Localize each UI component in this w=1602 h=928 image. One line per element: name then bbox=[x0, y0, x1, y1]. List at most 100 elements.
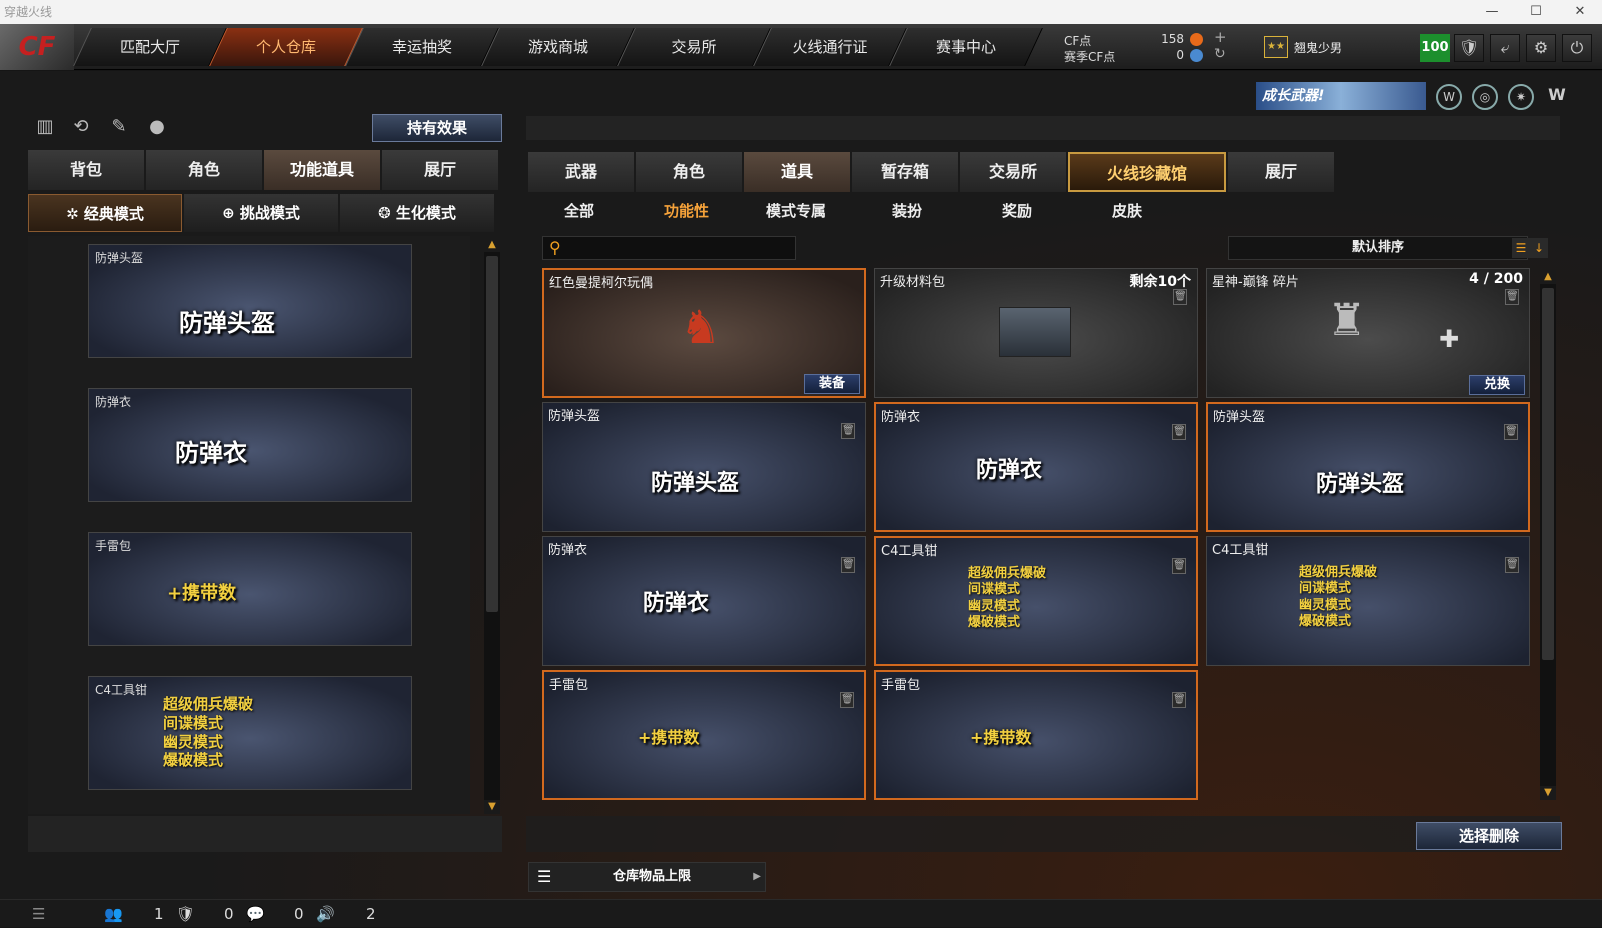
item-card[interactable]: C4工具钳 🗑 超级佣兵爆破 间谍模式 幽灵模式 爆破模式 bbox=[1206, 536, 1530, 666]
tab-backpack[interactable]: 背包 bbox=[28, 150, 144, 190]
menu-icon[interactable]: ☰ bbox=[32, 900, 45, 928]
trash-icon[interactable]: 🗑 bbox=[1172, 692, 1186, 708]
left-item-list: 防弹头盔 防弹头盔 防弹衣 防弹衣 手雷包 +携带数 C4工具钳 超级佣兵爆破间… bbox=[28, 236, 470, 814]
settings-icon[interactable]: ⚙ bbox=[1526, 34, 1556, 62]
subtab-mode-exclusive[interactable]: 模式专属 bbox=[766, 200, 826, 221]
return-icon[interactable]: ⤶ bbox=[1490, 34, 1520, 62]
subtab-all[interactable]: 全部 bbox=[564, 200, 594, 221]
nav-tab-warehouse[interactable]: 个人仓库 bbox=[209, 28, 363, 66]
list-item[interactable]: 手雷包 +携带数 bbox=[88, 532, 412, 646]
subtab-rewards[interactable]: 奖励 bbox=[1002, 200, 1032, 221]
cf-coin-icon bbox=[1190, 33, 1203, 46]
left-tabs: 背包 角色 功能道具 展厅 bbox=[28, 150, 498, 190]
trash-icon[interactable]: 🗑 bbox=[841, 557, 855, 573]
trash-icon[interactable]: 🗑 bbox=[1505, 557, 1519, 573]
voice-count: 2 bbox=[366, 905, 376, 923]
subtab-skins[interactable]: 皮肤 bbox=[1112, 200, 1142, 221]
item-card[interactable]: 星神-巅锋 碎片 4 / 200 🗑 ♜ ✚ 兑换 bbox=[1206, 268, 1530, 398]
tab-gallery[interactable]: 展厅 bbox=[1228, 152, 1334, 192]
exchange-button[interactable]: 兑换 bbox=[1469, 375, 1525, 395]
growth-weapon-banner[interactable]: 成长武器! bbox=[1256, 82, 1426, 110]
subtab-functional[interactable]: 功能性 bbox=[664, 200, 709, 221]
tab-collection[interactable]: 火线珍藏馆 bbox=[1068, 152, 1226, 192]
subtab-dressup[interactable]: 装扮 bbox=[892, 200, 922, 221]
season-coin-icon bbox=[1190, 49, 1203, 62]
chat-icon[interactable]: 💬 bbox=[246, 900, 265, 928]
tab-items[interactable]: 道具 bbox=[744, 152, 850, 192]
scroll-up-arrow[interactable]: ▲ bbox=[484, 238, 500, 252]
storage-limit-bar[interactable]: ☰ 仓库物品上限 ▶ bbox=[528, 862, 766, 892]
tab-weapons[interactable]: 武器 bbox=[528, 152, 634, 192]
scroll-down-arrow[interactable]: ▼ bbox=[1540, 786, 1556, 800]
sort-dropdown[interactable]: 默认排序 bbox=[1228, 236, 1528, 260]
user-info[interactable]: ★★ 翘鬼少男 bbox=[1264, 34, 1342, 60]
cf-logo[interactable]: CF bbox=[0, 24, 74, 70]
maximize-button[interactable]: ☐ bbox=[1514, 0, 1558, 24]
item-card[interactable]: 防弹衣 🗑 防弹衣 bbox=[874, 402, 1198, 532]
search-input[interactable]: ⚲ bbox=[542, 236, 796, 260]
list-view-icon[interactable]: ☰ bbox=[1512, 238, 1530, 258]
trash-icon[interactable]: 🗑 bbox=[840, 692, 854, 708]
badge-w-icon[interactable]: W bbox=[1436, 84, 1462, 110]
item-card[interactable]: C4工具钳 🗑 超级佣兵爆破 间谍模式 幽灵模式 爆破模式 bbox=[874, 536, 1198, 666]
item-card[interactable]: 红色曼提柯尔玩偶 ♞ 装备 bbox=[542, 268, 866, 398]
shield-icon[interactable]: 🛡 bbox=[1454, 34, 1484, 62]
scroll-up-arrow[interactable]: ▲ bbox=[1540, 270, 1556, 284]
tab-character[interactable]: 角色 bbox=[146, 150, 262, 190]
mode-classic[interactable]: ✲ 经典模式 bbox=[28, 194, 182, 232]
close-button[interactable]: ✕ bbox=[1558, 0, 1602, 24]
item-card[interactable]: 防弹头盔 🗑 防弹头盔 bbox=[1206, 402, 1530, 532]
left-scrollbar[interactable] bbox=[484, 238, 500, 814]
list-item[interactable]: 防弹头盔 防弹头盔 bbox=[88, 244, 412, 358]
trash-icon[interactable]: 🗑 bbox=[1172, 424, 1186, 440]
nav-tab-battle-pass[interactable]: 火线通行证 bbox=[753, 28, 907, 66]
trash-icon[interactable]: 🗑 bbox=[841, 423, 855, 439]
item-card[interactable]: 手雷包 🗑 +携带数 bbox=[542, 670, 866, 800]
mode-biochem[interactable]: ❂ 生化模式 bbox=[340, 194, 494, 232]
tab-temp-box[interactable]: 暂存箱 bbox=[852, 152, 958, 192]
select-delete-button[interactable]: 选择删除 bbox=[1416, 822, 1562, 850]
trash-icon[interactable]: 🗑 bbox=[1505, 289, 1519, 305]
item-card[interactable]: 升级材料包 剩余10个 🗑 bbox=[874, 268, 1198, 398]
nav-tab-exchange[interactable]: 交易所 bbox=[617, 28, 771, 66]
star-burst-icon[interactable]: ✷ bbox=[1508, 84, 1534, 110]
tab-trade[interactable]: 交易所 bbox=[960, 152, 1066, 192]
scroll-down-arrow[interactable]: ▼ bbox=[484, 800, 500, 814]
minimize-button[interactable]: — bbox=[1470, 0, 1514, 24]
list-item[interactable]: C4工具钳 超级佣兵爆破 间谍模式 幽灵模式 爆破模式 bbox=[88, 676, 412, 790]
globe-icon[interactable]: ◎ bbox=[1472, 84, 1498, 110]
trash-icon[interactable]: 🗑 bbox=[1172, 558, 1186, 574]
trash-icon[interactable]: 🗑 bbox=[1173, 289, 1187, 305]
nav-tab-shop[interactable]: 游戏商城 bbox=[481, 28, 635, 66]
item-card[interactable]: 防弹头盔 🗑 防弹头盔 bbox=[542, 402, 866, 532]
grenade-icon[interactable]: ● bbox=[144, 116, 170, 142]
sort-direction-icon[interactable]: ↓ bbox=[1530, 238, 1548, 258]
tab-function-items[interactable]: 功能道具 bbox=[264, 150, 380, 190]
history-icon[interactable]: ⟲ bbox=[68, 116, 94, 142]
item-card[interactable]: 手雷包 🗑 +携带数 bbox=[874, 670, 1198, 800]
currency-panel: CF点 赛季CF点 158 0 + ↻ bbox=[1064, 28, 1244, 66]
list-item[interactable]: 防弹衣 防弹衣 bbox=[88, 388, 412, 502]
mode-challenge[interactable]: ⊕ 挑战模式 bbox=[184, 194, 338, 232]
nav-tab-match-lobby[interactable]: 匹配大厅 bbox=[73, 28, 227, 66]
friends-icon[interactable]: 👥 bbox=[104, 900, 123, 928]
speaker-icon[interactable]: 🔊 bbox=[316, 900, 335, 928]
holding-effect-button[interactable]: 持有效果 bbox=[372, 114, 502, 142]
nav-tab-lucky-draw[interactable]: 幸运抽奖 bbox=[345, 28, 499, 66]
stats-icon[interactable]: ▥ bbox=[32, 116, 58, 142]
refresh-icon[interactable]: ↻ bbox=[1214, 46, 1226, 62]
tab-roles[interactable]: 角色 bbox=[636, 152, 742, 192]
trash-icon[interactable]: 🗑 bbox=[1504, 424, 1518, 440]
right-scrollbar[interactable] bbox=[1540, 270, 1556, 800]
item-card[interactable]: 防弹衣 🗑 防弹衣 bbox=[542, 536, 866, 666]
power-icon[interactable]: ⏻ bbox=[1562, 34, 1592, 62]
nav-tab-events[interactable]: 赛事中心 bbox=[889, 28, 1043, 66]
puzzle-icon: ✚ bbox=[1439, 325, 1460, 353]
clan-icon[interactable]: 🛡 bbox=[176, 900, 195, 928]
edit-icon[interactable]: ✎ bbox=[106, 116, 132, 142]
plus-icon[interactable]: + bbox=[1214, 28, 1227, 46]
cf-points-label: CF点 bbox=[1064, 34, 1092, 48]
wings-icon[interactable]: W bbox=[1544, 84, 1570, 110]
equip-button[interactable]: 装备 bbox=[804, 374, 860, 394]
tab-showroom[interactable]: 展厅 bbox=[382, 150, 498, 190]
